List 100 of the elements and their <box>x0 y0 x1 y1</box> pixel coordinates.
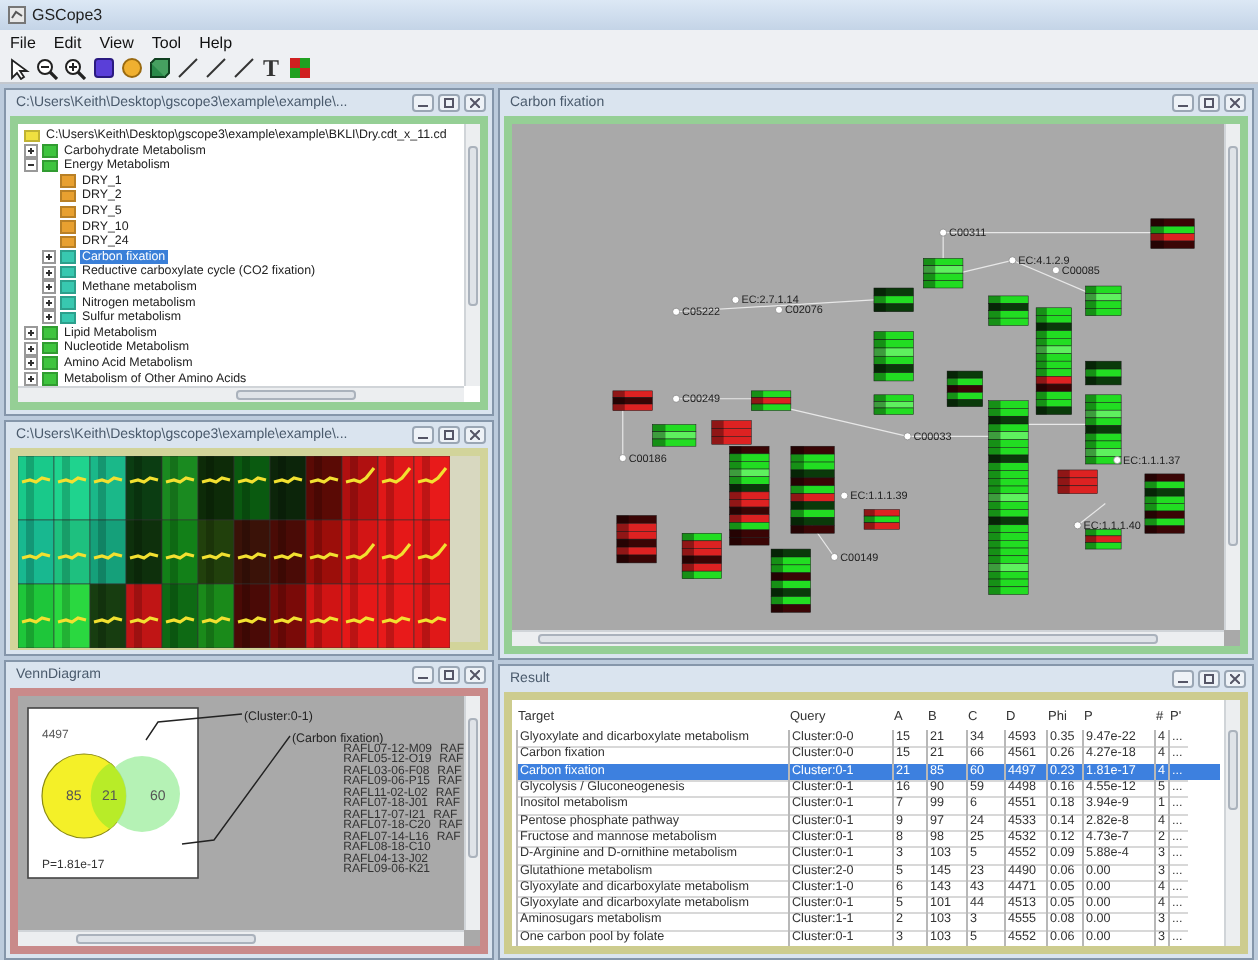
close-icon <box>470 430 480 440</box>
node-dot[interactable] <box>1073 521 1082 530</box>
minimize-icon <box>1178 675 1188 683</box>
node-dot[interactable] <box>1051 266 1060 275</box>
close-button[interactable] <box>1224 670 1246 688</box>
minimize-button[interactable] <box>412 94 434 112</box>
maximize-button[interactable] <box>1198 94 1220 112</box>
menu-item[interactable]: Tool <box>151 33 182 51</box>
heatmap-cell <box>233 519 271 585</box>
node-dot[interactable] <box>731 295 740 304</box>
maximize-icon <box>1204 98 1214 108</box>
heatmap-cell <box>269 456 307 521</box>
maximize-button[interactable] <box>438 666 460 684</box>
app-icon <box>8 6 26 24</box>
expand-icon[interactable] <box>24 356 38 371</box>
close-button[interactable] <box>464 426 486 444</box>
maximize-icon <box>444 430 454 440</box>
horizontal-scrollbar[interactable] <box>512 630 1224 646</box>
tool-button[interactable] <box>90 55 116 81</box>
node-dot[interactable] <box>1113 456 1122 465</box>
expand-icon[interactable] <box>42 310 56 325</box>
heatmap-cell <box>18 456 55 521</box>
heatmap-cell <box>413 456 450 521</box>
expand-icon[interactable] <box>42 280 56 295</box>
minimize-icon <box>418 431 428 439</box>
zoom-in-icon <box>64 57 86 79</box>
node-dot[interactable] <box>830 553 839 561</box>
horizontal-scrollbar[interactable] <box>18 386 464 402</box>
horizontal-scrollbar[interactable] <box>18 930 464 946</box>
tool-button[interactable] <box>6 55 32 81</box>
expand-icon[interactable] <box>24 143 38 158</box>
heatmap-cell <box>197 456 235 521</box>
heatmap-cell <box>305 456 343 521</box>
tool-button[interactable] <box>62 55 88 81</box>
heatmap-cell <box>341 583 379 648</box>
expand-icon[interactable] <box>24 371 38 386</box>
node-dot[interactable] <box>939 228 948 237</box>
expand-icon[interactable] <box>42 295 56 310</box>
vertical-scrollbar[interactable] <box>1224 124 1240 630</box>
heatmap-cell <box>161 583 199 648</box>
minimize-button[interactable] <box>1172 94 1194 112</box>
minimize-button[interactable] <box>412 426 434 444</box>
tool-button[interactable] <box>34 55 60 81</box>
tool-button[interactable] <box>230 55 256 81</box>
node-dot[interactable] <box>840 491 849 500</box>
close-button[interactable] <box>1224 94 1246 112</box>
maximize-button[interactable] <box>438 94 460 112</box>
heatmap-cell <box>18 583 55 648</box>
heatmap-cell <box>53 456 91 521</box>
heatmap-cell <box>305 583 343 648</box>
expand-icon[interactable] <box>42 265 56 280</box>
heatmap-cell <box>341 519 379 585</box>
circle-icon <box>121 58 141 78</box>
minimize-icon <box>418 671 428 679</box>
expand-icon[interactable] <box>24 341 38 356</box>
maximize-icon <box>1204 674 1214 684</box>
maximize-button[interactable] <box>438 426 460 444</box>
tool-button[interactable] <box>202 55 228 81</box>
heatmap-cell <box>269 583 307 648</box>
close-icon <box>1230 98 1240 108</box>
minimize-icon <box>1178 99 1188 107</box>
node-dot[interactable] <box>672 307 681 316</box>
heatmap-cell <box>89 519 127 585</box>
expand-icon[interactable] <box>24 326 38 341</box>
heatmap-cell <box>18 519 55 585</box>
heatmap-cell <box>341 456 379 521</box>
menu-item[interactable]: File <box>10 33 36 51</box>
maximize-button[interactable] <box>1198 670 1220 688</box>
vertical-scrollbar[interactable] <box>464 696 480 930</box>
expand-icon[interactable] <box>42 250 56 265</box>
node-dot[interactable] <box>903 432 912 441</box>
close-icon <box>470 670 480 680</box>
heatmap-cell <box>161 519 199 585</box>
menu-item[interactable]: Edit <box>53 33 82 51</box>
node-dot[interactable] <box>618 454 627 463</box>
close-button[interactable] <box>464 666 486 684</box>
heatmap-cell <box>413 519 450 585</box>
line-icon <box>233 58 253 78</box>
minimize-button[interactable] <box>1172 670 1194 688</box>
heatmap-cell <box>269 519 307 585</box>
text-tool-button[interactable]: T <box>258 55 284 81</box>
heatmap-cell <box>125 519 163 585</box>
heatmap-cell <box>377 456 415 521</box>
heatmap-cell <box>233 583 271 648</box>
heatmap-cell <box>53 583 91 648</box>
menu-item[interactable]: View <box>99 33 134 51</box>
tool-button[interactable] <box>174 55 200 81</box>
minimize-button[interactable] <box>412 666 434 684</box>
heatmap-cell <box>305 519 343 585</box>
vertical-scrollbar[interactable] <box>464 124 480 386</box>
node-dot[interactable] <box>1008 256 1017 265</box>
collapse-icon[interactable] <box>24 158 38 173</box>
tool-button[interactable] <box>146 55 172 81</box>
line-icon <box>205 58 225 78</box>
heatmap-cell <box>233 456 271 521</box>
menu-item[interactable]: Help <box>199 33 233 51</box>
close-button[interactable] <box>464 94 486 112</box>
node-dot[interactable] <box>775 305 783 314</box>
node-dot[interactable] <box>672 394 681 403</box>
vertical-scrollbar[interactable] <box>1224 700 1240 946</box>
